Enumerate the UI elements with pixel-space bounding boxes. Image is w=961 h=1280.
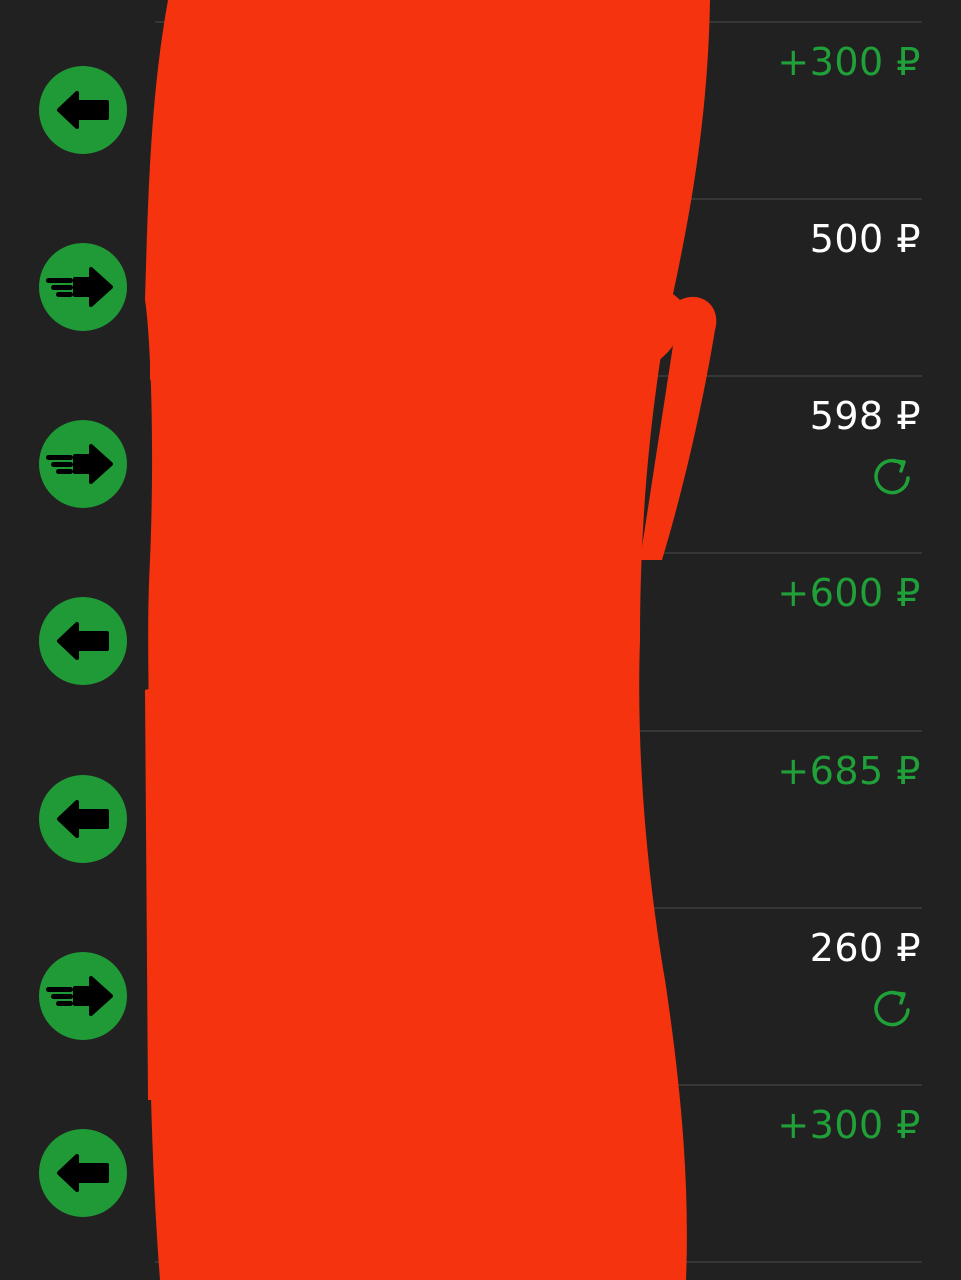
repeat-icon bbox=[874, 990, 910, 1027]
arrow-left-icon bbox=[39, 66, 127, 154]
transaction-amount: 500 ₽ bbox=[809, 217, 921, 261]
transaction-row[interactable]: +300 ₽ bbox=[0, 1063, 961, 1240]
transaction-amount: 260 ₽ bbox=[809, 926, 921, 970]
transaction-row[interactable]: +300 ₽ bbox=[0, 0, 961, 177]
divider bbox=[155, 1261, 922, 1263]
arrow-left-icon bbox=[39, 597, 127, 685]
fast-arrow-right-icon bbox=[39, 952, 127, 1040]
transaction-row[interactable]: +600 ₽ bbox=[0, 531, 961, 708]
transaction-amount: +300 ₽ bbox=[777, 40, 921, 84]
transaction-amount: +300 ₽ bbox=[777, 1103, 921, 1147]
transaction-row[interactable]: 598 ₽ bbox=[0, 354, 961, 531]
transaction-amount: 598 ₽ bbox=[809, 394, 921, 438]
repeat-icon bbox=[874, 458, 910, 495]
arrow-left-icon bbox=[39, 1129, 127, 1217]
transaction-row[interactable]: 500 ₽ bbox=[0, 177, 961, 354]
transaction-row[interactable]: 260 ₽ bbox=[0, 886, 961, 1063]
transaction-list: +300 ₽ 500 ₽ 598 ₽ +600 ₽ +685 ₽ 260 ₽ +… bbox=[0, 0, 961, 1280]
transaction-amount: +600 ₽ bbox=[777, 571, 921, 615]
fast-arrow-right-icon bbox=[39, 420, 127, 508]
fast-arrow-right-icon bbox=[39, 243, 127, 331]
transaction-row[interactable]: +685 ₽ bbox=[0, 709, 961, 886]
transaction-amount: +685 ₽ bbox=[777, 749, 921, 793]
arrow-left-icon bbox=[39, 775, 127, 863]
